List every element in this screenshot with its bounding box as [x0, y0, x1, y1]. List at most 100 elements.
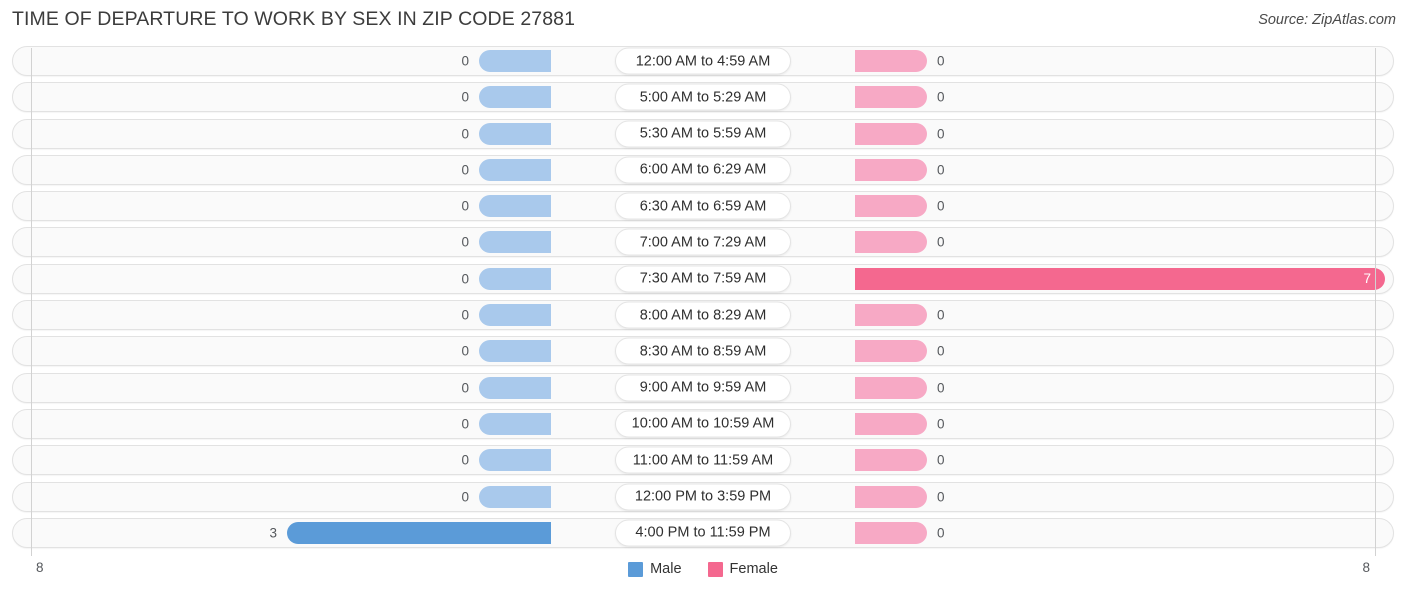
bar-value-male: 0: [461, 271, 469, 287]
bar-female[interactable]: [855, 304, 927, 327]
chart-footer: 8 8 Male Female: [0, 556, 1406, 594]
bar-value-female: 0: [937, 126, 945, 142]
table-row[interactable]: 0 0 8:30 AM to 8:59 AM: [12, 336, 1394, 367]
chart-plot-area: 0 0 12:00 AM to 4:59 AM 0 0 5:00 AM to 5:29 A…: [0, 46, 1406, 556]
category-label: 4:00 PM to 11:59 PM: [615, 519, 791, 547]
bar-female[interactable]: [855, 50, 927, 72]
bar-value-female: 0: [937, 452, 945, 468]
table-row[interactable]: 0 0 12:00 AM to 4:59 AM: [12, 46, 1394, 76]
category-label: 12:00 PM to 3:59 PM: [615, 483, 791, 511]
bar-track: 0 0 8:00 AM to 8:29 AM: [13, 301, 1393, 329]
bar-female[interactable]: [855, 449, 927, 472]
bar-value-female: 0: [937, 53, 945, 69]
category-label: 5:00 AM to 5:29 AM: [615, 83, 791, 111]
bar-value-female: 0: [937, 343, 945, 359]
bar-value-male: 0: [461, 198, 469, 214]
bar-female[interactable]: [855, 122, 927, 145]
bar-female[interactable]: [855, 376, 927, 399]
bar-female[interactable]: [855, 231, 927, 254]
bar-value-male: 0: [461, 89, 469, 105]
bar-value-female: 0: [937, 198, 945, 214]
page-title: TIME OF DEPARTURE TO WORK BY SEX IN ZIP …: [12, 8, 576, 30]
legend-item-female[interactable]: Female: [707, 561, 778, 577]
table-row[interactable]: 0 0 12:00 PM to 3:59 PM: [12, 481, 1394, 512]
bar-male[interactable]: [479, 122, 551, 145]
table-row[interactable]: 0 0 6:00 AM to 6:29 AM: [12, 154, 1394, 185]
category-label: 11:00 AM to 11:59 AM: [615, 446, 791, 474]
bar-male[interactable]: [479, 158, 551, 181]
table-row[interactable]: 0 0 7:00 AM to 7:29 AM: [12, 227, 1394, 258]
bar-track: 0 0 8:30 AM to 8:59 AM: [13, 337, 1393, 365]
bar-value-male: 0: [461, 343, 469, 359]
bar-female[interactable]: [855, 340, 927, 363]
bar-female[interactable]: [855, 195, 927, 218]
bar-female[interactable]: [855, 412, 927, 435]
bar-male[interactable]: [479, 195, 551, 218]
bar-male[interactable]: [479, 340, 551, 363]
bar-value-male: 0: [461, 53, 469, 69]
bar-track: 0 0 11:00 AM to 11:59 AM: [13, 446, 1393, 474]
bar-male[interactable]: [479, 412, 551, 435]
legend-label-male: Male: [650, 561, 682, 577]
chart-legend: Male Female: [0, 561, 1406, 577]
bar-value-female: 0: [937, 89, 945, 105]
bar-track: 0 0 6:30 AM to 6:59 AM: [13, 192, 1393, 220]
bar-female[interactable]: [855, 158, 927, 181]
bar-male[interactable]: [479, 50, 551, 72]
bar-male[interactable]: [479, 86, 551, 109]
category-label: 12:00 AM to 4:59 AM: [615, 47, 791, 75]
table-row[interactable]: 0 0 9:00 AM to 9:59 AM: [12, 372, 1394, 403]
bar-track: 0 7 7:30 AM to 7:59 AM: [13, 265, 1393, 293]
bar-value-male: 0: [461, 416, 469, 432]
bar-value-female: 0: [937, 416, 945, 432]
category-label: 8:30 AM to 8:59 AM: [615, 337, 791, 365]
category-label: 8:00 AM to 8:29 AM: [615, 301, 791, 329]
bar-track: 0 0 12:00 AM to 4:59 AM: [13, 47, 1393, 75]
bar-female[interactable]: 7: [855, 267, 1385, 290]
category-label: 6:00 AM to 6:29 AM: [615, 156, 791, 184]
table-row[interactable]: 0 0 6:30 AM to 6:59 AM: [12, 191, 1394, 222]
bar-male[interactable]: [479, 485, 551, 508]
chart-header: TIME OF DEPARTURE TO WORK BY SEX IN ZIP …: [0, 0, 1406, 42]
table-row[interactable]: 0 7 7:30 AM to 7:59 AM: [12, 263, 1394, 294]
bar-male[interactable]: [479, 231, 551, 254]
bar-male[interactable]: [479, 304, 551, 327]
bar-track: 0 0 5:30 AM to 5:59 AM: [13, 120, 1393, 148]
category-label: 7:00 AM to 7:29 AM: [615, 228, 791, 256]
chart-rows: 0 0 12:00 AM to 4:59 AM 0 0 5:00 AM to 5:29 A…: [0, 46, 1406, 554]
table-row[interactable]: 0 0 8:00 AM to 8:29 AM: [12, 300, 1394, 331]
bar-track: 0 0 5:00 AM to 5:29 AM: [13, 83, 1393, 111]
bar-track: 0 0 10:00 AM to 10:59 AM: [13, 410, 1393, 438]
category-label: 6:30 AM to 6:59 AM: [615, 192, 791, 220]
bar-value-male: 0: [461, 162, 469, 178]
bar-value-female: 0: [937, 234, 945, 250]
bar-male[interactable]: [479, 449, 551, 472]
category-label: 10:00 AM to 10:59 AM: [615, 410, 791, 438]
table-row[interactable]: 3 0 4:00 PM to 11:59 PM: [12, 517, 1394, 548]
bar-value-male: 0: [461, 452, 469, 468]
bar-value-male: 0: [461, 234, 469, 250]
bar-value-female: 0: [937, 307, 945, 323]
bar-male[interactable]: [479, 376, 551, 399]
bar-track: 0 0 12:00 PM to 3:59 PM: [13, 483, 1393, 511]
bar-track: 0 0 9:00 AM to 9:59 AM: [13, 374, 1393, 402]
legend-label-female: Female: [729, 561, 778, 577]
table-row[interactable]: 0 0 10:00 AM to 10:59 AM: [12, 408, 1394, 439]
table-row[interactable]: 0 0 11:00 AM to 11:59 AM: [12, 445, 1394, 476]
bar-female[interactable]: [855, 485, 927, 508]
bar-female[interactable]: [855, 86, 927, 109]
axis-line-right: [1375, 48, 1376, 556]
table-row[interactable]: 0 0 5:30 AM to 5:59 AM: [12, 118, 1394, 149]
axis-line-left: [31, 48, 32, 556]
legend-swatch-female-icon: [707, 561, 723, 577]
bar-male[interactable]: [287, 521, 551, 544]
bar-track: 0 0 7:00 AM to 7:29 AM: [13, 228, 1393, 256]
bar-male[interactable]: [479, 267, 551, 290]
category-label: 5:30 AM to 5:59 AM: [615, 120, 791, 148]
category-label: 9:00 AM to 9:59 AM: [615, 374, 791, 402]
table-row[interactable]: 0 0 5:00 AM to 5:29 AM: [12, 82, 1394, 113]
bar-value-male: 3: [269, 525, 277, 541]
bar-track: 3 0 4:00 PM to 11:59 PM: [13, 519, 1393, 547]
legend-item-male[interactable]: Male: [628, 561, 682, 577]
bar-female[interactable]: [855, 521, 927, 544]
